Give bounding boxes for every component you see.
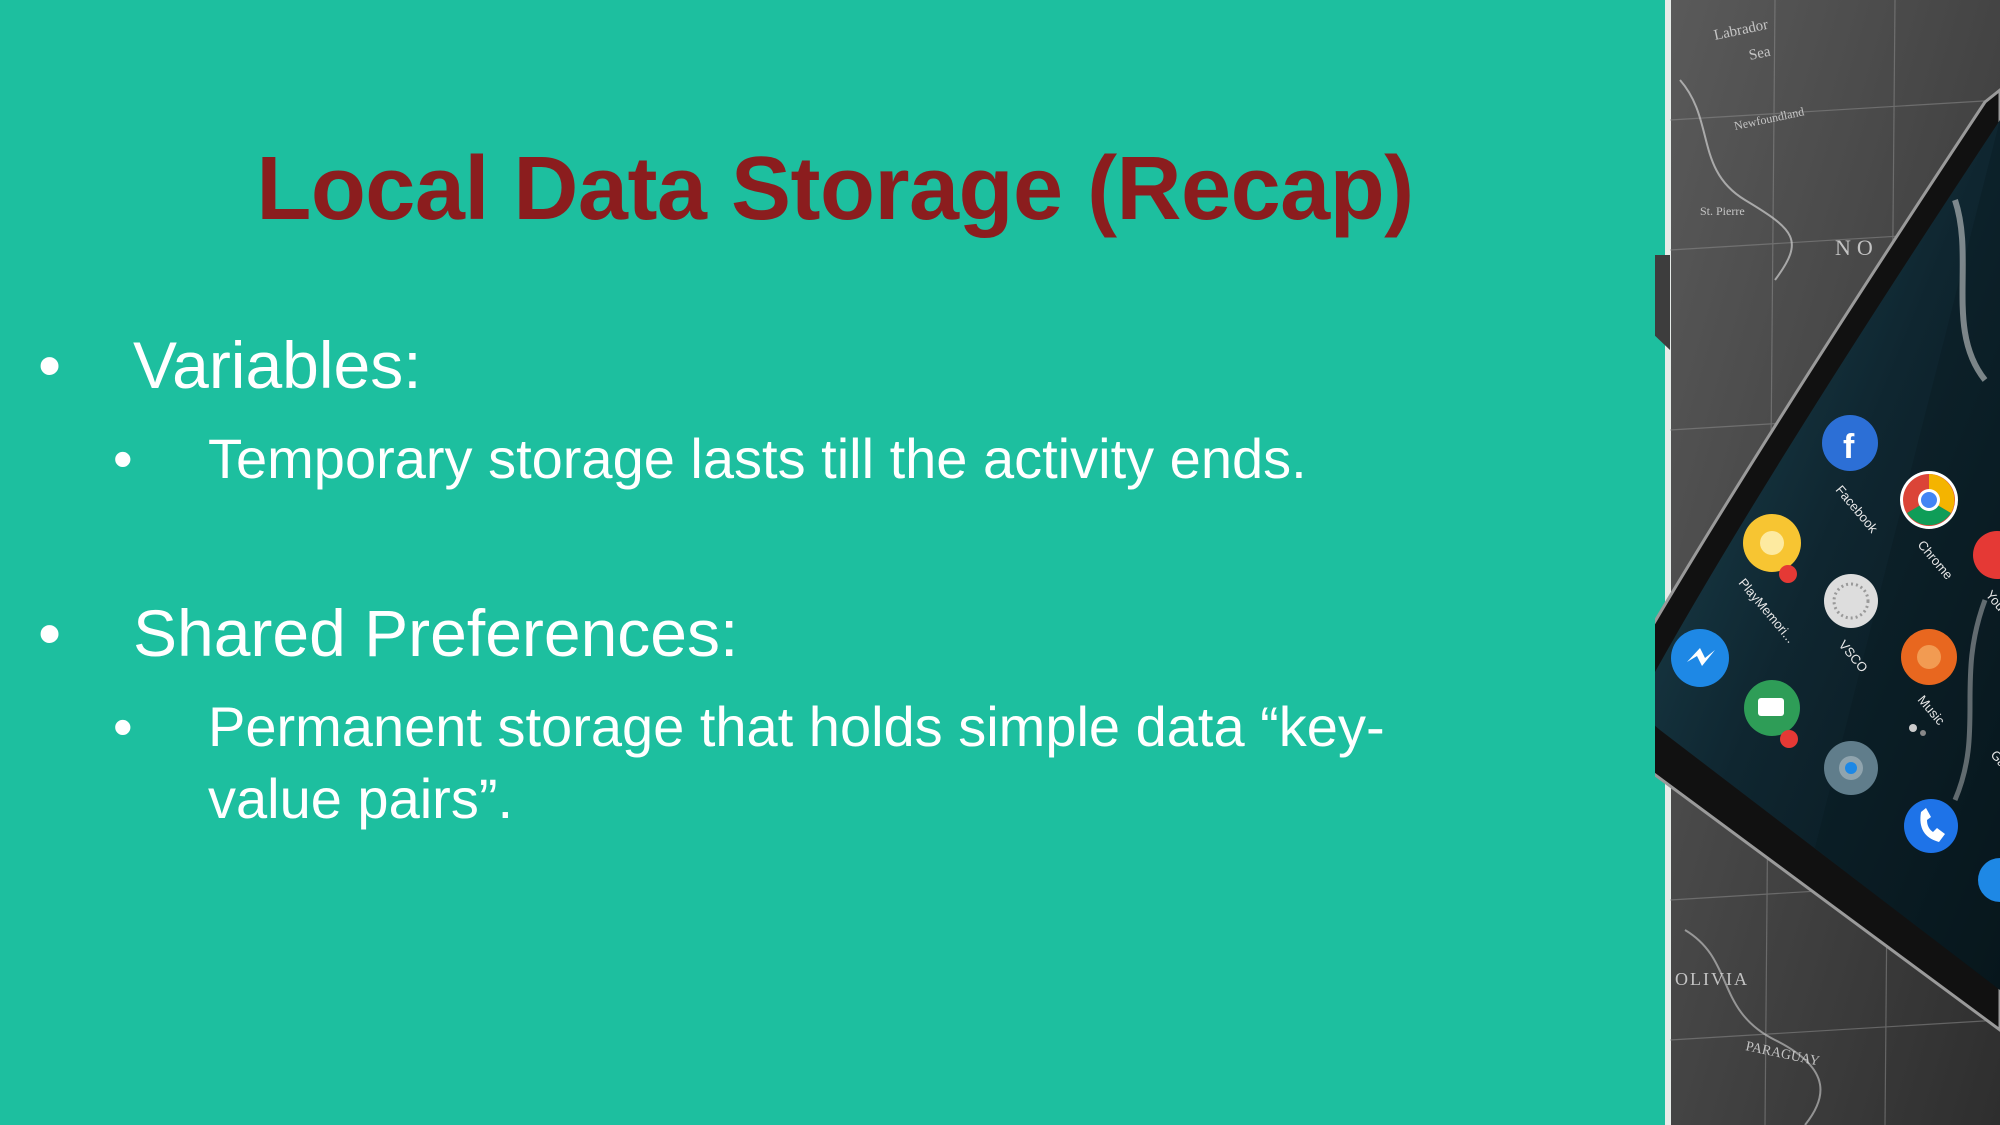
bullet-label: Shared Preferences: [133, 596, 739, 670]
svg-text:OLIVIA: OLIVIA [1675, 969, 1749, 989]
bullet-variables: • Variables: [38, 328, 422, 404]
bullet-dot: • [38, 596, 62, 670]
sub-bullet-text: Temporary storage lasts till the activit… [208, 427, 1307, 490]
phone-map-image: Labrador Sea Newfoundland St. Pierre NO … [1655, 0, 2000, 1125]
bullet-shared-preferences: • Shared Preferences: [38, 596, 739, 672]
vsco-icon [1824, 574, 1878, 628]
sub-bullet-permanent: • Permanent storage that holds simple da… [113, 691, 1518, 834]
bullet-dot: • [113, 695, 133, 758]
sub-bullet-temporary: • Temporary storage lasts till the activ… [113, 423, 1508, 495]
bullet-dot: • [113, 427, 133, 490]
phone-icon [1904, 799, 1958, 853]
slide-title: Local Data Storage (Recap) [256, 139, 1414, 239]
svg-text:f: f [1843, 428, 1855, 466]
bullet-dot: • [38, 328, 62, 402]
slide: Local Data Storage (Recap) • Variables: … [0, 0, 2000, 1125]
bullet-label: Variables: [133, 328, 422, 402]
svg-text:St. Pierre: St. Pierre [1700, 204, 1745, 218]
sub-bullet-text: Permanent storage that holds simple data… [208, 695, 1385, 830]
svg-text:NO: NO [1835, 235, 1879, 260]
